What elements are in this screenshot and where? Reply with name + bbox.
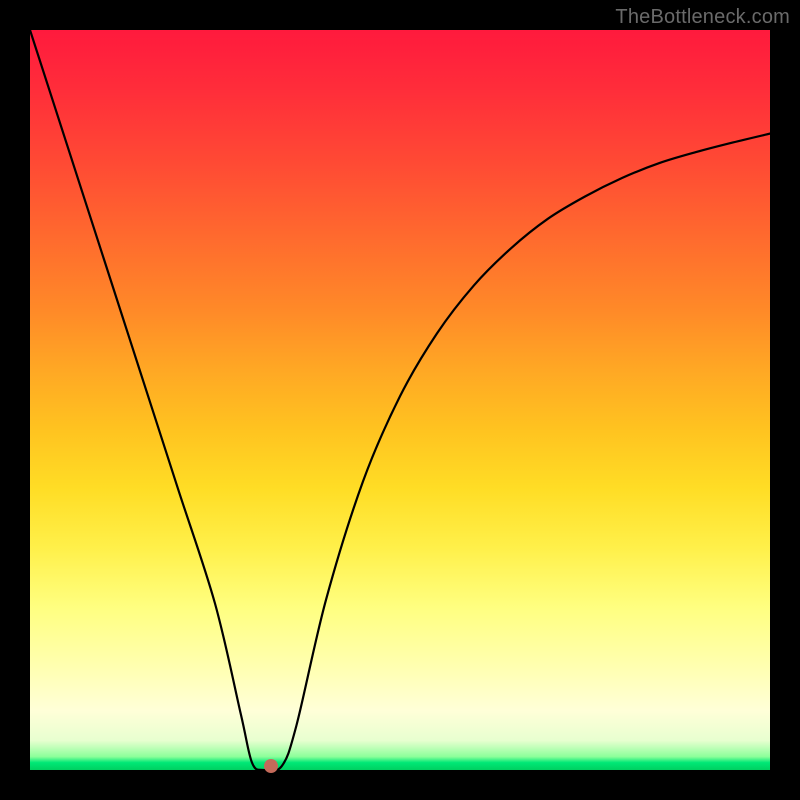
chart-frame: TheBottleneck.com [0,0,800,800]
optimum-marker [264,759,278,773]
watermark-text: TheBottleneck.com [615,6,790,29]
curve-svg [30,30,770,770]
plot-area [30,30,770,770]
bottleneck-curve [30,30,770,770]
